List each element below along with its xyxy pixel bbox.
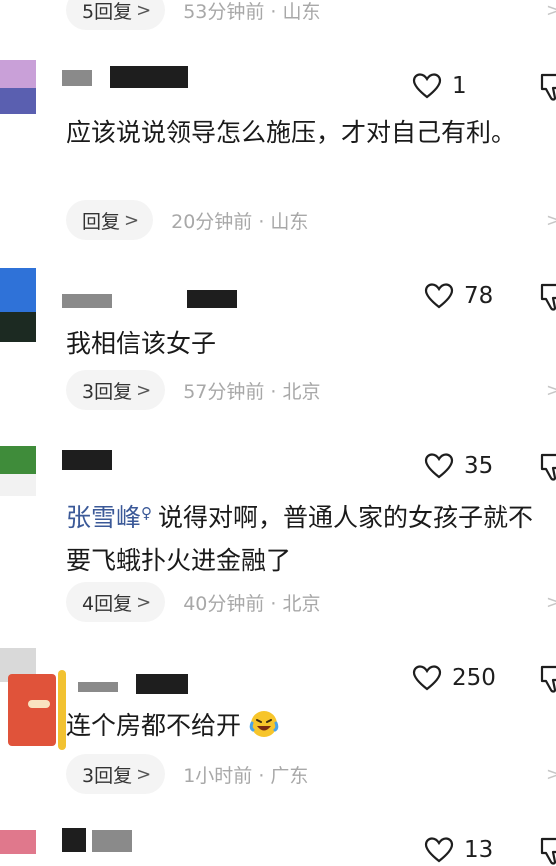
heart-outline-icon xyxy=(424,837,454,863)
comment-time-location: 1小时前 · 广东 xyxy=(183,764,309,787)
username[interactable] xyxy=(78,674,198,700)
thumbs-down-icon[interactable] xyxy=(539,282,556,312)
thumbs-down-icon[interactable] xyxy=(539,664,556,694)
avatar[interactable] xyxy=(0,268,36,344)
heart-outline-icon xyxy=(424,453,454,479)
username[interactable] xyxy=(62,288,242,314)
collapse-arrow-icon[interactable]: > xyxy=(546,592,556,613)
comment-meta: 3回复 > 57分钟前 · 北京 xyxy=(66,370,320,410)
thumbs-down-icon[interactable] xyxy=(539,72,556,102)
username[interactable] xyxy=(62,828,152,854)
comment-text: 张雪峰♀ 说得对啊，普通人家的女孩子就不要飞蛾扑火进金融了 xyxy=(66,492,546,582)
heart-outline-icon xyxy=(412,665,442,691)
like-control[interactable]: 78 xyxy=(424,280,493,312)
view-replies-button[interactable]: 4回复 > xyxy=(66,582,166,622)
mention-search-icon: ♀ xyxy=(141,504,153,522)
like-count: 1 xyxy=(452,73,467,99)
laughing-tears-emoji-icon xyxy=(249,711,279,737)
avatar[interactable] xyxy=(0,648,66,752)
view-replies-button[interactable]: 5回复 > xyxy=(66,0,166,30)
chevron-right-icon: > xyxy=(136,763,152,785)
comment-text: 连个房都不给开 xyxy=(66,704,546,747)
comment-text: 应该说说领导怎么施压，才对自己有利。 xyxy=(66,118,517,147)
thumbs-down-icon[interactable] xyxy=(539,836,556,866)
heart-outline-icon xyxy=(424,283,454,309)
chevron-right-icon: > xyxy=(124,209,140,231)
comment-time-location: 20分钟前 · 山东 xyxy=(171,210,309,233)
comment-meta: 4回复 > 40分钟前 · 北京 xyxy=(66,582,320,622)
chevron-right-icon: > xyxy=(136,379,152,401)
like-control[interactable]: 35 xyxy=(424,450,493,482)
collapse-arrow-icon[interactable]: > xyxy=(546,210,556,231)
replies-count-label: 5回复 xyxy=(82,0,133,23)
comment-time-location: 40分钟前 · 北京 xyxy=(183,592,321,615)
comment-meta: 回复 > 20分钟前 · 山东 xyxy=(66,200,308,240)
mention-link[interactable]: 张雪峰 xyxy=(66,503,141,532)
heart-outline-icon xyxy=(412,73,442,99)
like-control[interactable]: 250 xyxy=(412,662,496,694)
comment-text: 我相信该女子 xyxy=(66,329,217,358)
view-replies-button[interactable]: 3回复 > xyxy=(66,370,166,410)
collapse-arrow-icon[interactable]: > xyxy=(546,0,556,21)
like-control[interactable]: 13 xyxy=(424,834,493,866)
comment-time-location: 53分钟前 · 山东 xyxy=(183,0,321,23)
top-reply-meta: 5回复 > 53分钟前 · 山东 xyxy=(66,0,320,30)
replies-count-label: 4回复 xyxy=(82,592,133,615)
like-count: 13 xyxy=(464,837,494,863)
replies-count-label: 回复 xyxy=(82,210,121,233)
replies-count-label: 3回复 xyxy=(82,764,133,787)
chevron-right-icon: > xyxy=(136,591,152,613)
avatar[interactable] xyxy=(0,60,36,114)
collapse-arrow-icon[interactable]: > xyxy=(546,764,556,785)
username[interactable] xyxy=(62,66,202,92)
comment-body: 连个房都不给开 xyxy=(66,711,242,740)
view-replies-button[interactable]: 3回复 > xyxy=(66,754,166,794)
chevron-right-icon: > xyxy=(136,0,152,21)
reply-button[interactable]: 回复 > xyxy=(66,200,154,240)
collapse-arrow-icon[interactable]: > xyxy=(546,380,556,401)
like-control[interactable]: 1 xyxy=(412,70,467,102)
thumbs-down-icon[interactable] xyxy=(539,452,556,482)
comment-time-location: 57分钟前 · 北京 xyxy=(183,380,321,403)
avatar[interactable] xyxy=(0,830,36,854)
avatar[interactable] xyxy=(0,446,36,496)
comment-meta: 3回复 > 1小时前 · 广东 xyxy=(66,754,308,794)
username[interactable] xyxy=(62,450,152,476)
like-count: 35 xyxy=(464,453,494,479)
like-count: 250 xyxy=(452,665,496,691)
like-count: 78 xyxy=(464,283,494,309)
replies-count-label: 3回复 xyxy=(82,380,133,403)
